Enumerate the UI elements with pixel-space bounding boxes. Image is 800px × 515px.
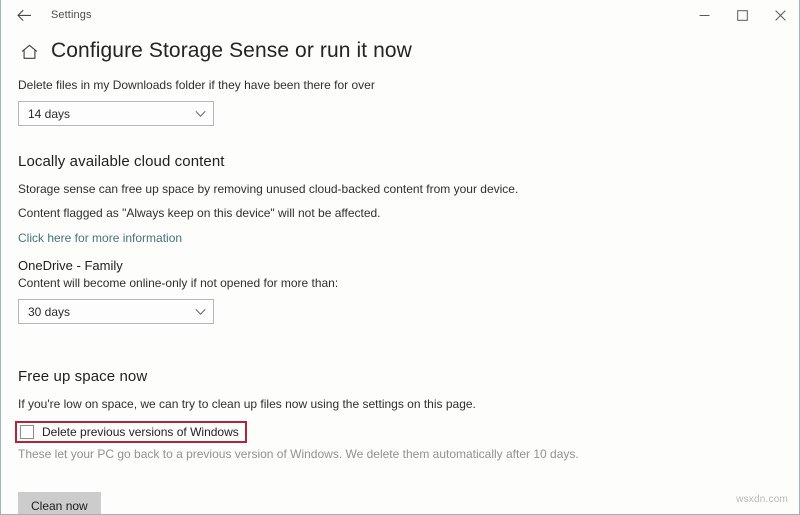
free-space-description: If you're low on space, we can try to cl… xyxy=(18,397,476,411)
app-title: Settings xyxy=(51,9,92,21)
cloud-paragraph-2: Content flagged as "Always keep on this … xyxy=(18,206,381,220)
onedrive-account-description: Content will become online-only if not o… xyxy=(18,276,339,290)
minimize-button[interactable] xyxy=(685,0,723,30)
downloads-retention-value: 14 days xyxy=(28,106,71,121)
close-icon xyxy=(774,9,786,21)
maximize-icon xyxy=(736,9,748,21)
back-arrow-icon xyxy=(16,9,32,22)
downloads-retention-dropdown[interactable]: 14 days xyxy=(18,101,214,126)
page-title: Configure Storage Sense or run it now xyxy=(51,38,412,62)
maximize-button[interactable] xyxy=(723,0,761,30)
cloud-paragraph-1: Storage sense can free up space by remov… xyxy=(18,182,519,196)
onedrive-account-label: OneDrive - Family xyxy=(18,258,123,273)
caption-button-group xyxy=(685,0,799,30)
settings-window: Settings Configure Storage Sense or run … xyxy=(0,0,800,515)
page-content: Configure Storage Sense or run it now De… xyxy=(1,38,799,514)
downloads-description: Delete files in my Downloads folder if t… xyxy=(18,78,375,92)
title-bar: Settings xyxy=(1,0,799,30)
chevron-down-icon xyxy=(187,110,213,118)
delete-previous-versions-helper: These let your PC go back to a previous … xyxy=(18,447,579,461)
free-space-heading: Free up space now xyxy=(18,368,148,385)
close-button[interactable] xyxy=(761,0,799,30)
back-button[interactable] xyxy=(7,3,41,27)
home-icon[interactable] xyxy=(18,41,40,63)
onedrive-retention-dropdown[interactable]: 30 days xyxy=(18,299,214,324)
delete-previous-versions-checkbox[interactable] xyxy=(20,425,34,439)
watermark: wsxdn.com xyxy=(736,494,788,505)
more-information-link[interactable]: Click here for more information xyxy=(18,230,182,247)
delete-previous-versions-highlight: Delete previous versions of Windows xyxy=(15,421,247,443)
minimize-icon xyxy=(699,10,710,21)
page-header: Configure Storage Sense or run it now xyxy=(18,38,799,63)
delete-previous-versions-label[interactable]: Delete previous versions of Windows xyxy=(42,425,239,439)
onedrive-retention-value: 30 days xyxy=(28,304,71,319)
chevron-down-icon xyxy=(187,308,213,316)
clean-now-button[interactable]: Clean now xyxy=(18,492,101,514)
cloud-content-heading: Locally available cloud content xyxy=(18,153,225,170)
